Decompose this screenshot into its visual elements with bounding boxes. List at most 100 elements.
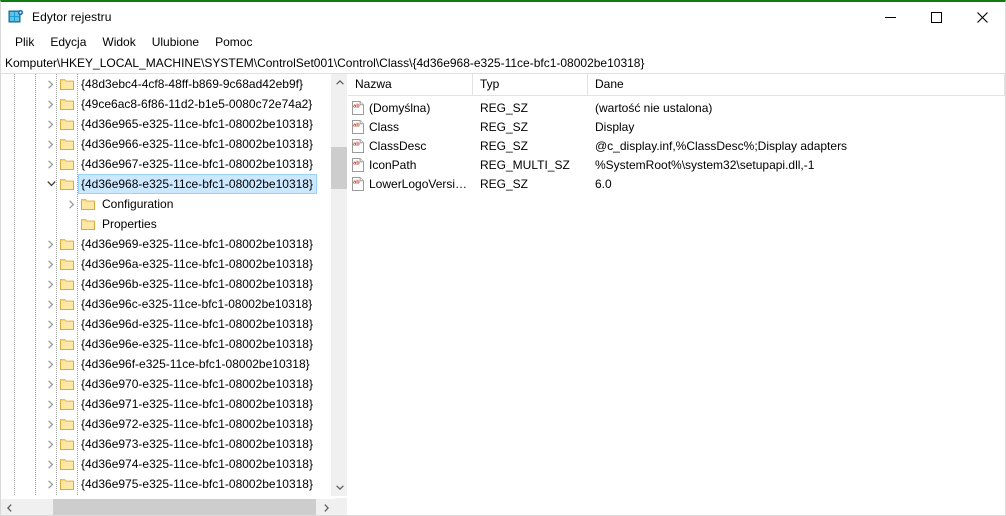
value-row[interactable]: ab IconPath REG_MULTI_SZ %SystemRoot%\syste… bbox=[348, 155, 1005, 174]
column-header-name[interactable]: Nazwa bbox=[348, 74, 473, 95]
close-button[interactable] bbox=[959, 2, 1005, 32]
tree-node-list: {48d3ebc4-4cf8-48ff-b869-9c68ad42eb9f} {4… bbox=[1, 74, 331, 496]
svg-text:ab: ab bbox=[353, 103, 360, 109]
tree-expand-toggle[interactable] bbox=[43, 316, 59, 332]
tree-expand-toggle[interactable] bbox=[43, 96, 59, 112]
chevron-up-icon bbox=[335, 80, 344, 85]
chevron-right-icon bbox=[48, 119, 54, 129]
chevron-right-icon bbox=[48, 419, 54, 429]
value-type-cell: REG_SZ bbox=[480, 138, 529, 153]
tree-expand-toggle[interactable] bbox=[43, 156, 59, 172]
scroll-up-button[interactable] bbox=[331, 74, 347, 91]
tree-node[interactable]: {49ce6ac8-6f86-11d2-b1e5-0080c72e74a2} bbox=[1, 94, 331, 114]
column-header-data[interactable]: Dane bbox=[588, 74, 1005, 95]
tree-node[interactable]: {4d36e971-e325-11ce-bfc1-08002be10318} bbox=[1, 394, 331, 414]
tree-viewport[interactable]: {48d3ebc4-4cf8-48ff-b869-9c68ad42eb9f} {4… bbox=[1, 74, 331, 496]
tree-expand-toggle[interactable] bbox=[43, 476, 59, 492]
minimize-button[interactable] bbox=[867, 2, 913, 32]
value-row[interactable]: ab LowerLogoVersi… REG_SZ 6.0 bbox=[348, 174, 1005, 193]
tree-expand-toggle[interactable] bbox=[43, 136, 59, 152]
tree-node-label: {4d36e975-e325-11ce-bfc1-08002be10318} bbox=[81, 477, 313, 491]
value-name-cell: ab ClassDesc bbox=[348, 138, 473, 154]
tree-expand-toggle[interactable] bbox=[43, 76, 59, 92]
tree-expand-toggle[interactable] bbox=[43, 436, 59, 452]
folder-icon bbox=[81, 199, 95, 210]
scroll-right-button[interactable] bbox=[318, 499, 335, 515]
tree-node[interactable]: {4d36e968-e325-11ce-bfc1-08002be10318} bbox=[1, 174, 331, 194]
tree-vertical-scrollbar[interactable] bbox=[330, 74, 347, 496]
folder-icon bbox=[81, 219, 95, 230]
menu-item-file[interactable]: Plik bbox=[7, 33, 42, 53]
folder-icon bbox=[59, 256, 75, 272]
tree-node[interactable]: {4d36e972-e325-11ce-bfc1-08002be10318} bbox=[1, 414, 331, 434]
tree-node[interactable]: {4d36e975-e325-11ce-bfc1-08002be10318} bbox=[1, 474, 331, 494]
tree-expand-toggle[interactable] bbox=[43, 256, 59, 272]
tree-expand-toggle[interactable] bbox=[43, 296, 59, 312]
menu-item-help[interactable]: Pomoc bbox=[207, 33, 260, 53]
tree-horizontal-scrollbar[interactable] bbox=[1, 498, 347, 515]
chevron-down-icon bbox=[335, 485, 344, 490]
tree-horizontal-scroll-thumb[interactable] bbox=[53, 499, 316, 515]
window-title: Edytor rejestru bbox=[32, 10, 112, 24]
tree-node[interactable]: {48d3ebc4-4cf8-48ff-b869-9c68ad42eb9f} bbox=[1, 74, 331, 94]
menu-item-favorites[interactable]: Ulubione bbox=[144, 33, 207, 53]
tree-node[interactable]: {4d36e973-e325-11ce-bfc1-08002be10318} bbox=[1, 434, 331, 454]
tree-node-label: {4d36e973-e325-11ce-bfc1-08002be10318} bbox=[81, 437, 313, 451]
tree-node[interactable]: {4d36e967-e325-11ce-bfc1-08002be10318} bbox=[1, 154, 331, 174]
value-row[interactable]: ab Class REG_SZ Display bbox=[348, 117, 1005, 136]
tree-expand-toggle[interactable] bbox=[43, 396, 59, 412]
tree-node[interactable]: {4d36e96b-e325-11ce-bfc1-08002be10318} bbox=[1, 274, 331, 294]
tree-node[interactable]: {4d36e96c-e325-11ce-bfc1-08002be10318} bbox=[1, 294, 331, 314]
tree-node-label: {4d36e96b-e325-11ce-bfc1-08002be10318} bbox=[81, 277, 313, 291]
folder-icon bbox=[80, 196, 96, 212]
value-name-cell: ab LowerLogoVersi… bbox=[348, 176, 473, 192]
tree-node[interactable]: Properties bbox=[1, 214, 331, 234]
tree-node[interactable]: {4d36e969-e325-11ce-bfc1-08002be10318} bbox=[1, 234, 331, 254]
tree-node[interactable]: {4d36e96f-e325-11ce-bfc1-08002be10318} bbox=[1, 354, 331, 374]
tree-node[interactable]: Configuration bbox=[1, 194, 331, 214]
menu-item-edit[interactable]: Edycja bbox=[42, 33, 94, 53]
folder-icon bbox=[60, 319, 74, 330]
tree-node[interactable]: {4d36e974-e325-11ce-bfc1-08002be10318} bbox=[1, 454, 331, 474]
tree-expand-toggle[interactable] bbox=[43, 236, 59, 252]
tree-node[interactable]: {4d36e96a-e325-11ce-bfc1-08002be10318} bbox=[1, 254, 331, 274]
tree-node[interactable]: {4d36e965-e325-11ce-bfc1-08002be10318} bbox=[1, 114, 331, 134]
tree-node[interactable]: {4d36e96d-e325-11ce-bfc1-08002be10318} bbox=[1, 314, 331, 334]
tree-node-label: {4d36e967-e325-11ce-bfc1-08002be10318} bbox=[81, 157, 313, 171]
tree-expand-toggle[interactable] bbox=[64, 196, 80, 212]
tree-expand-toggle[interactable] bbox=[43, 116, 59, 132]
value-row[interactable]: ab (Domyślna) REG_SZ (wartość nie ustalona) bbox=[348, 98, 1005, 117]
tree-node-label: {4d36e966-e325-11ce-bfc1-08002be10318} bbox=[81, 137, 313, 151]
tree-node[interactable]: {4d36e96e-e325-11ce-bfc1-08002be10318} bbox=[1, 334, 331, 354]
window-controls bbox=[867, 2, 1005, 32]
tree-vertical-scroll-thumb[interactable] bbox=[331, 147, 347, 189]
tree-node[interactable]: {4d36e966-e325-11ce-bfc1-08002be10318} bbox=[1, 134, 331, 154]
chevron-right-icon bbox=[48, 399, 54, 409]
column-header-type[interactable]: Typ bbox=[473, 74, 588, 95]
tree-expand-toggle[interactable] bbox=[43, 336, 59, 352]
tree-node[interactable]: {4d36e970-e325-11ce-bfc1-08002be10318} bbox=[1, 374, 331, 394]
tree-node[interactable]: {4d36e977-e325-11ce-bfc1-08002be10318} bbox=[1, 494, 331, 496]
minimize-icon bbox=[884, 16, 896, 18]
folder-icon bbox=[60, 79, 74, 90]
tree-expand-toggle[interactable] bbox=[43, 416, 59, 432]
menu-item-view[interactable]: Widok bbox=[94, 33, 143, 53]
folder-icon bbox=[59, 136, 75, 152]
chevron-right-icon bbox=[48, 99, 54, 109]
value-data-cell: 6.0 bbox=[595, 176, 612, 191]
address-bar[interactable]: Komputer\HKEY_LOCAL_MACHINE\SYSTEM\Contr… bbox=[1, 53, 1005, 74]
value-row[interactable]: ab ClassDesc REG_SZ @c_display.inf,%ClassDe… bbox=[348, 136, 1005, 155]
folder-icon bbox=[59, 336, 75, 352]
chevron-right-icon bbox=[48, 79, 54, 89]
scroll-left-button[interactable] bbox=[1, 499, 18, 515]
string-value-icon: ab bbox=[351, 100, 365, 115]
tree-expand-toggle[interactable] bbox=[43, 356, 59, 372]
tree-expand-toggle[interactable] bbox=[43, 376, 59, 392]
tree-expand-toggle[interactable] bbox=[43, 276, 59, 292]
tree-collapse-toggle[interactable] bbox=[43, 176, 59, 192]
scroll-down-button[interactable] bbox=[331, 479, 347, 496]
folder-icon bbox=[60, 99, 74, 110]
menu-bar: Plik Edycja Widok Ulubione Pomoc bbox=[1, 32, 1005, 53]
maximize-button[interactable] bbox=[913, 2, 959, 32]
tree-expand-toggle[interactable] bbox=[43, 456, 59, 472]
